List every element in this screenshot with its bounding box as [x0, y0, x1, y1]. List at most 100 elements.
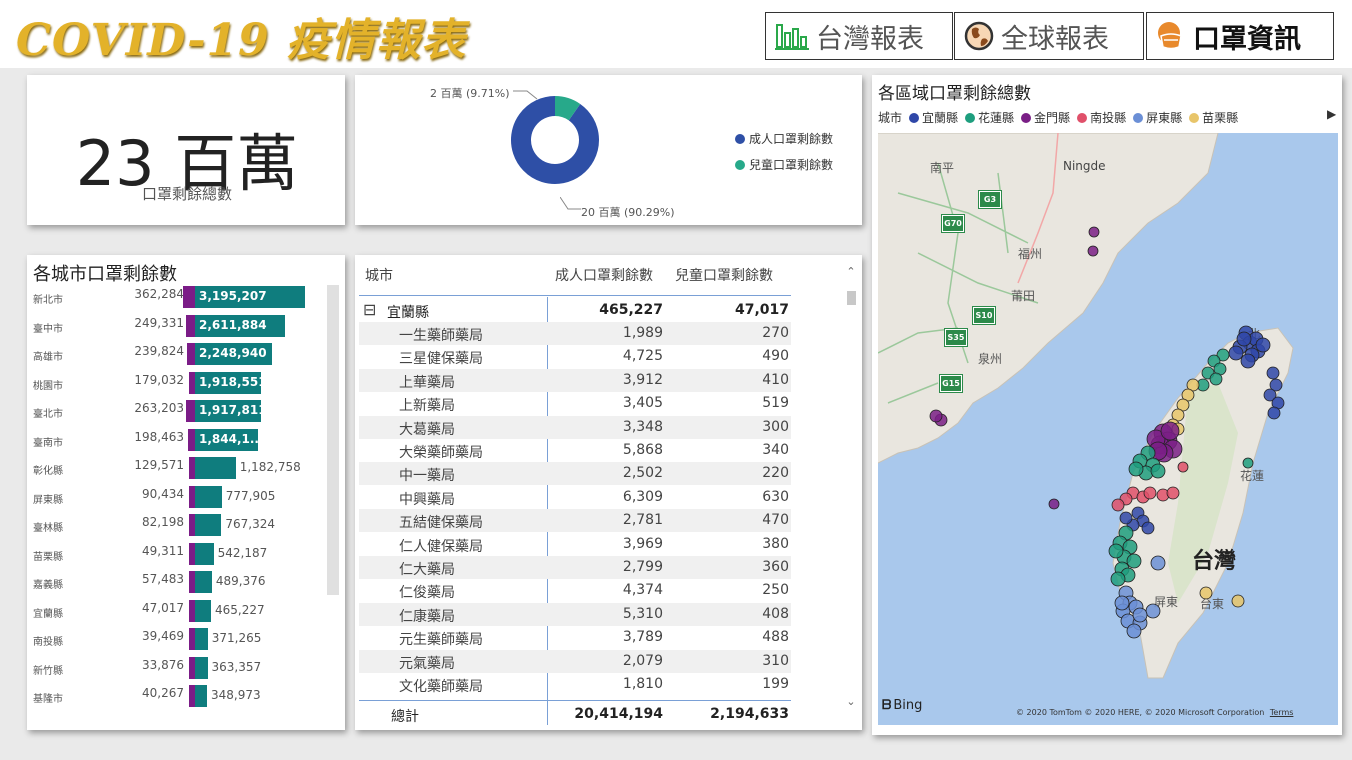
city-bar-row[interactable]: 新北市 362,284 3,195,207: [27, 283, 347, 309]
nav-label: 口罩資訊: [1193, 23, 1301, 55]
map-bubble[interactable]: [1119, 511, 1133, 525]
map-bubble[interactable]: [1199, 586, 1213, 600]
city-bar-row[interactable]: 臺北市 263,203 1,917,811: [27, 397, 347, 423]
map-bubble[interactable]: [1110, 571, 1126, 587]
map-bubble[interactable]: [1267, 406, 1281, 420]
pharmacy-name: 大榮藥師藥局: [399, 445, 483, 461]
map-bubble[interactable]: [1177, 461, 1189, 473]
city-bar-row[interactable]: 臺中市 249,331 2,611,884: [27, 312, 347, 338]
table-row[interactable]: 文化藥師藥局 1,810 199: [359, 673, 791, 696]
map-bubble[interactable]: [1228, 345, 1244, 361]
donut-slice-adult[interactable]: [511, 96, 599, 184]
nav-taiwan-report-button[interactable]: 台灣報表: [765, 12, 953, 60]
table-row[interactable]: 仁人健保藥局 3,969 380: [359, 533, 791, 556]
city-bar-row[interactable]: 臺南市 198,463 1,844,1...: [27, 426, 347, 452]
map-bubble[interactable]: [1108, 543, 1124, 559]
city-bar-row[interactable]: 南投縣 39,469 371,265: [27, 625, 347, 651]
map-bubble[interactable]: [1126, 623, 1142, 639]
collapse-toggle-icon[interactable]: ⊟: [363, 300, 376, 319]
city-bar-scrollbar[interactable]: [327, 285, 339, 595]
city-bar-row[interactable]: 高雄市 239,824 2,248,940: [27, 340, 347, 366]
child-count: 300: [762, 418, 789, 435]
table-row[interactable]: 仁康藥局 5,310 408: [359, 602, 791, 626]
city-bar-row[interactable]: 苗栗縣 49,311 542,187: [27, 540, 347, 566]
map-bubble[interactable]: [1143, 486, 1157, 500]
city-bar-row[interactable]: 彰化縣 129,571 1,182,758: [27, 454, 347, 480]
table-row[interactable]: 三星健保藥局 4,725 490: [359, 345, 791, 368]
map-bubble[interactable]: [1128, 461, 1144, 477]
table-header-adult[interactable]: 成人口罩剩餘數: [555, 265, 653, 285]
table-row[interactable]: 大榮藥師藥局 5,868 340: [359, 439, 791, 462]
map-bubble[interactable]: [1114, 595, 1130, 611]
scroll-down-icon[interactable]: ⌄: [845, 695, 857, 715]
pharmacy-name: 文化藥師藥局: [399, 679, 483, 695]
pharmacy-name: 上華藥局: [399, 374, 455, 391]
table-row[interactable]: 上新藥局 3,405 519: [359, 392, 791, 415]
legend-next-icon[interactable]: ▶: [1327, 107, 1336, 121]
map-bubble[interactable]: [1231, 594, 1245, 608]
child-count: 310: [762, 652, 789, 669]
scroll-up-icon[interactable]: ⌃: [845, 265, 857, 285]
top-bar: COVID-19 疫情報表 台灣報表 全球報表 口罩資訊: [0, 0, 1352, 68]
table-row[interactable]: 仁俊藥局 4,374 250: [359, 579, 791, 602]
city-bar-row[interactable]: 桃園市 179,032 1,918,551: [27, 369, 347, 395]
map-bubble[interactable]: [1145, 603, 1161, 619]
table-row[interactable]: 中一藥局 2,502 220: [359, 462, 791, 486]
map-bubble[interactable]: [1150, 463, 1166, 479]
map-bubble[interactable]: [1088, 226, 1100, 238]
donut-slice-child[interactable]: [554, 96, 581, 121]
city-bar-row[interactable]: 嘉義縣 57,483 489,376: [27, 568, 347, 594]
map-bubble[interactable]: [1255, 337, 1271, 353]
city-bar-row[interactable]: 屏東縣 90,434 777,905: [27, 483, 347, 509]
map-bubble[interactable]: [1048, 498, 1060, 510]
table-row[interactable]: 元氣藥局 2,079 310: [359, 649, 791, 673]
pharmacy-name: 元生藥師藥局: [399, 632, 483, 649]
map-bubble[interactable]: [1141, 521, 1155, 535]
globe-icon: [964, 21, 994, 51]
map-bubble[interactable]: [929, 409, 943, 423]
map-bubble[interactable]: [1242, 457, 1254, 469]
child-value: 239,824: [134, 344, 184, 358]
map-bubble[interactable]: [1087, 245, 1099, 257]
map-bubble[interactable]: [1166, 486, 1180, 500]
map-bubble[interactable]: [1209, 372, 1223, 386]
map-bubble[interactable]: [1266, 366, 1280, 380]
child-value: 57,483: [142, 572, 184, 586]
table-row[interactable]: 仁大藥局 2,799 360: [359, 556, 791, 579]
table-row[interactable]: 中興藥局 6,309 630: [359, 486, 791, 509]
table-row[interactable]: 上華藥局 3,912 410: [359, 368, 791, 392]
adult-value: 363,357: [211, 659, 262, 674]
map-bubble[interactable]: [1150, 555, 1166, 571]
city-bar-row[interactable]: 新竹縣 33,876 363,357: [27, 654, 347, 680]
adult-value: 1,182,758: [239, 460, 301, 474]
map-bubble[interactable]: [1236, 331, 1252, 347]
city-bar-row[interactable]: 臺林縣 82,198 767,324: [27, 511, 347, 537]
terms-link[interactable]: Terms: [1270, 708, 1294, 717]
child-bar: [186, 343, 195, 365]
map-bubble[interactable]: [1132, 607, 1148, 623]
map-bubble[interactable]: [1240, 353, 1256, 369]
map-bubble[interactable]: [1111, 498, 1125, 512]
table-row[interactable]: 元生藥師藥局 3,789 488: [359, 626, 791, 649]
adult-count: 2,079: [622, 652, 663, 669]
table-scrollbar-thumb[interactable]: [847, 291, 856, 305]
map-view[interactable]: 南平 Ningde 福州 莆田 泉州 台灣 花蓮 屏東 台東 北 G3 G70 …: [878, 133, 1338, 725]
header-divider: [359, 295, 791, 296]
table-header-child[interactable]: 兒童口罩剩餘數: [675, 265, 773, 285]
adult-count: 2,502: [622, 465, 663, 482]
child-value: 39,469: [142, 629, 184, 643]
nav-global-report-button[interactable]: 全球報表: [954, 12, 1144, 60]
adult-count: 1,810: [622, 676, 663, 692]
adult-value: 1,844,1...: [199, 431, 264, 446]
table-row[interactable]: 一生藥師藥局 1,989 270: [359, 322, 791, 345]
map-bubble[interactable]: [1126, 553, 1142, 569]
city-bar-row[interactable]: 宜蘭縣 47,017 465,227: [27, 597, 347, 623]
city-bar-row[interactable]: 基隆市 40,267 348,973: [27, 682, 347, 708]
table-row[interactable]: 大葛藥局 3,348 300: [359, 415, 791, 439]
map-bubble[interactable]: [1160, 421, 1180, 441]
table-row[interactable]: 五結健保藥局 2,781 470: [359, 509, 791, 533]
legend-dot: [1133, 112, 1144, 123]
table-group-row[interactable]: ⊟ 宜蘭縣 465,227 47,017: [359, 299, 791, 322]
table-header-city[interactable]: 城市: [365, 265, 393, 285]
nav-mask-info-button[interactable]: 口罩資訊: [1146, 12, 1334, 60]
